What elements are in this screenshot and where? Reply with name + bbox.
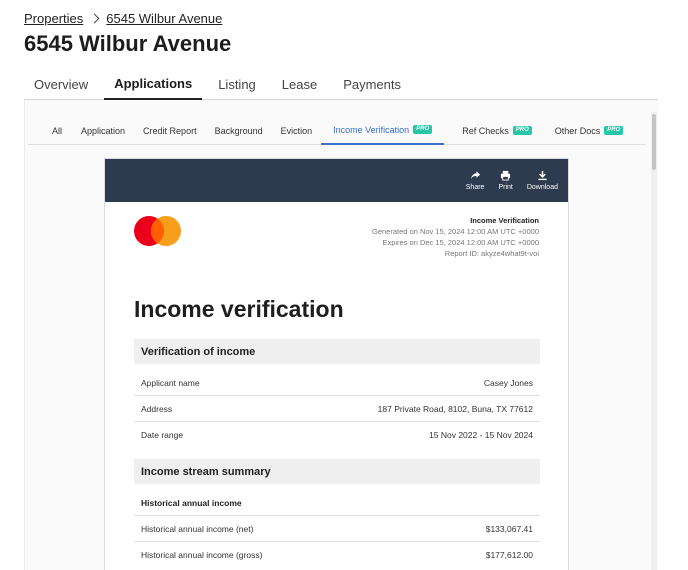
share-icon — [470, 171, 480, 180]
tab-lease[interactable]: Lease — [272, 68, 327, 100]
table-row: Date range 15 Nov 2022 - 15 Nov 2024 — [134, 422, 540, 448]
tab-overview[interactable]: Overview — [24, 68, 98, 100]
share-button[interactable]: Share — [465, 170, 485, 191]
row-label: Applicant name — [141, 377, 200, 388]
row-value: $177,612.00 — [485, 550, 533, 560]
print-label: Print — [498, 184, 513, 191]
main-tabs: Overview Applications Listing Lease Paym… — [24, 68, 658, 100]
report-toolbar: Share Print Download — [105, 159, 568, 202]
chevron-right-icon — [89, 13, 100, 24]
scrollbar-thumb[interactable] — [652, 114, 656, 170]
tab-payments[interactable]: Payments — [333, 68, 411, 100]
subtab-income-verification[interactable]: Income Verification PRO — [321, 117, 445, 145]
subtab-label: All — [52, 125, 63, 136]
row-label: Historical annual income (net) — [141, 523, 254, 534]
historical-income-subheading: Historical annual income — [134, 490, 540, 516]
subtab-label: Background — [214, 125, 263, 136]
tab-applications[interactable]: Applications — [104, 68, 203, 100]
download-label: Download — [526, 184, 558, 191]
verification-section-header: Verification of income — [134, 339, 540, 364]
row-value: $133,067.41 — [485, 523, 533, 534]
download-button[interactable]: Download — [527, 170, 558, 191]
pro-badge: PRO — [512, 126, 532, 135]
subtab-label: Application — [81, 125, 126, 136]
subtab-application[interactable]: Application — [71, 117, 134, 145]
report-meta: Income Verification Generated on Nov 15,… — [372, 215, 539, 259]
pro-badge: PRO — [604, 126, 624, 135]
row-label: Date range — [141, 430, 184, 440]
table-row: Historical annual income (net) $133,067.… — [134, 516, 540, 542]
table-row: Address 187 Private Road, 8102, Buna, TX… — [134, 396, 540, 422]
subtab-credit-report[interactable]: Credit Report — [134, 117, 206, 145]
subtab-label: Other Docs — [554, 125, 601, 136]
subtab-ref-checks[interactable]: Ref Checks PRO — [444, 117, 541, 145]
meta-report-id: Report ID: akyze4what9t-voi — [444, 249, 539, 258]
subtab-background[interactable]: Background — [206, 117, 272, 145]
subtab-label: Credit Report — [143, 125, 197, 136]
row-label: Address — [141, 403, 173, 414]
subtab-label: Income Verification — [333, 124, 410, 135]
report-heading: Income verification — [134, 296, 344, 322]
breadcrumb-current-link[interactable]: 6545 Wilbur Avenue — [106, 11, 222, 26]
mastercard-logo — [134, 216, 181, 246]
row-value: 15 Nov 2022 - 15 Nov 2024 — [429, 430, 533, 440]
income-summary-section-header: Income stream summary — [134, 459, 540, 484]
page-title: 6545 Wilbur Avenue — [24, 31, 232, 56]
subtab-all[interactable]: All — [28, 117, 71, 145]
meta-title: Income Verification — [470, 216, 539, 225]
print-button[interactable]: Print — [498, 170, 513, 191]
row-value: 187 Private Road, 8102, Buna, TX 77612 — [377, 403, 533, 414]
download-icon — [538, 170, 547, 181]
row-label: Historical annual income (gross) — [141, 550, 263, 560]
row-value: Casey Jones — [483, 377, 533, 388]
breadcrumb-properties-link[interactable]: Properties — [24, 11, 83, 26]
subtab-eviction[interactable]: Eviction — [272, 117, 322, 145]
print-icon — [501, 170, 511, 181]
share-label: Share — [465, 184, 485, 191]
meta-generated: Generated on Nov 15, 2024 12:00 AM UTC +… — [372, 227, 539, 236]
subtab-label: Eviction — [280, 125, 313, 136]
sub-tabs: All Application Credit Report Background… — [28, 117, 646, 145]
tab-listing[interactable]: Listing — [208, 68, 266, 100]
breadcrumb: Properties 6545 Wilbur Avenue — [24, 11, 222, 26]
scrollbar[interactable] — [651, 112, 657, 570]
table-row: Historical annual income (gross) $177,61… — [134, 542, 540, 568]
meta-expires: Expires on Dec 15, 2024 12:00 AM UTC +00… — [382, 238, 539, 247]
subtab-label: Ref Checks — [462, 125, 509, 136]
subtab-other-docs[interactable]: Other Docs PRO — [541, 117, 633, 145]
pro-badge: PRO — [413, 125, 433, 134]
table-row: Applicant name Casey Jones — [134, 370, 540, 396]
income-report-document: Share Print Download Income Verification… — [104, 158, 569, 570]
